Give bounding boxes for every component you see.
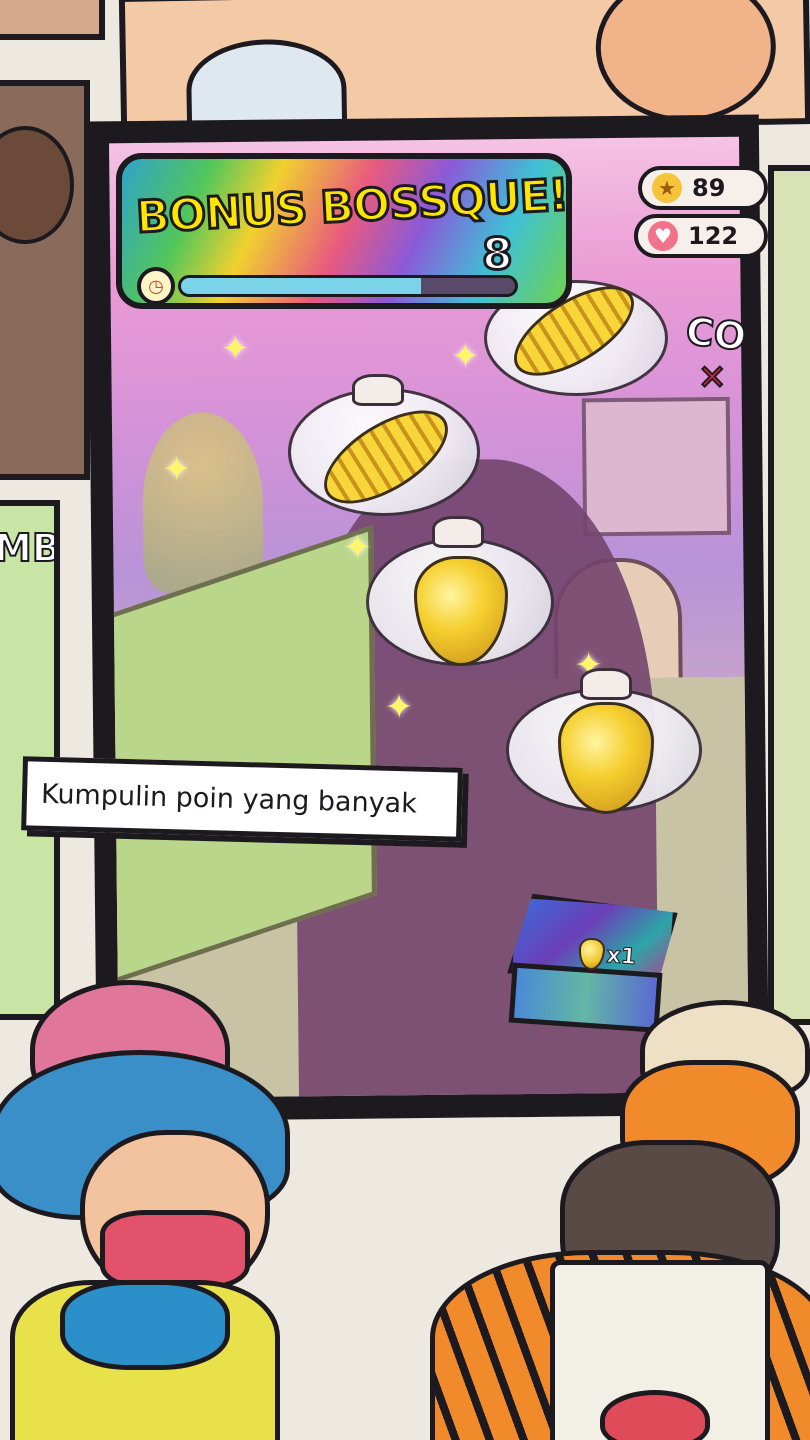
potted-plant: [141, 411, 264, 593]
caption-text: Kumpulin poin yang banyak: [40, 778, 418, 820]
sparkle-icon: ✦: [220, 328, 250, 370]
bonus-timer-bar: [178, 275, 518, 297]
scarf: [60, 1280, 230, 1370]
man-portrait: [0, 126, 74, 244]
combo-miss-icon: ✕: [697, 357, 727, 399]
bag-knot: [580, 668, 632, 700]
game-screen: MB ✦ ✦ ✦ ✦ ✦ ✦ ★ 89 ♥ 122: [0, 0, 810, 1440]
comic-panel-top-left: [0, 0, 105, 40]
basket-item-count: x1: [605, 942, 637, 970]
hearts-value: 122: [688, 222, 739, 250]
basket-item: x1: [577, 937, 637, 973]
sparkle-icon: ✦: [162, 449, 192, 490]
combo-label: CO: [683, 308, 749, 360]
bonus-timer-fill: [181, 278, 422, 294]
laughing-man: [594, 0, 778, 124]
bag-knot: [352, 374, 404, 406]
stopwatch-icon: ◷: [137, 267, 175, 305]
sparkle-icon: ✦: [384, 687, 414, 728]
pear-icon: [577, 937, 606, 971]
bag-knot: [432, 516, 484, 548]
tiger-chef-character: [430, 1000, 810, 1440]
heart-icon: ♥: [648, 221, 678, 251]
caption-box: Kumpulin poin yang banyak: [21, 756, 463, 842]
star-icon: ★: [652, 173, 682, 203]
stars-counter: ★ 89: [638, 166, 768, 210]
comic-panel-left: [0, 80, 90, 480]
bonus-count: 8: [481, 228, 515, 282]
stars-value: 89: [692, 174, 726, 202]
sparkle-icon: ✦: [343, 527, 372, 568]
bonus-banner: BONUS BOSSQUE! 8 ◷: [116, 153, 572, 309]
sparkle-icon: ✦: [451, 336, 480, 377]
hearts-counter: ♥ 122: [634, 214, 768, 258]
wall-shelf: [581, 396, 732, 537]
face-mask: [100, 1210, 250, 1290]
comic-panel-right: [768, 165, 810, 1025]
girl-character: [0, 980, 310, 1440]
